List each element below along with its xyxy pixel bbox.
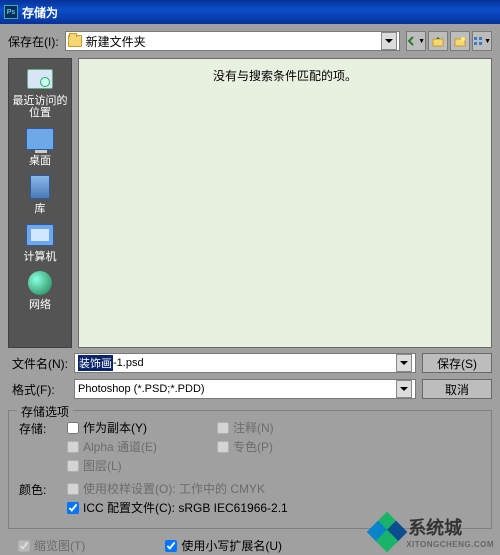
filename-label: 文件名(N):	[8, 355, 74, 372]
network-icon	[28, 271, 52, 295]
toolbar: ▼ ▼	[406, 31, 492, 51]
new-folder-icon	[454, 35, 466, 47]
recent-places-icon	[27, 69, 53, 89]
places-bar: 最近访问的位置 桌面 库 计算机 网络	[8, 58, 72, 348]
dialog-body: 保存在(I): 新建文件夹 ▼ ▼	[0, 24, 500, 555]
lookin-value: 新建文件夹	[86, 33, 146, 50]
places-desktop[interactable]: 桌面	[10, 125, 70, 167]
file-rows: 文件名(N): 装饰画-1.psd 保存(S) 格式(F): Photoshop…	[8, 352, 492, 400]
places-library-label: 库	[35, 203, 46, 215]
format-dropdown-button[interactable]	[396, 380, 412, 398]
library-icon	[30, 175, 50, 199]
format-combobox[interactable]: Photoshop (*.PSD;*.PDD)	[74, 379, 416, 399]
filename-dropdown-button[interactable]	[396, 354, 412, 372]
places-computer[interactable]: 计算机	[10, 221, 70, 263]
app-icon: Ps	[4, 5, 18, 19]
color-sublabel: 颜色:	[19, 480, 67, 498]
file-listing[interactable]: 没有与搜索条件匹配的项。	[78, 58, 492, 348]
save-sublabel: 存储:	[19, 419, 67, 437]
new-folder-button[interactable]	[450, 31, 470, 51]
checkbox-spot: 专色(P)	[217, 438, 367, 455]
folder-up-icon	[432, 35, 444, 47]
views-button[interactable]: ▼	[472, 31, 492, 51]
places-recent-label: 最近访问的位置	[10, 95, 70, 119]
mid-section: 最近访问的位置 桌面 库 计算机 网络	[8, 58, 492, 348]
places-network[interactable]: 网络	[10, 269, 70, 311]
places-library[interactable]: 库	[10, 173, 70, 215]
checkbox-as-copy[interactable]: 作为副本(Y)	[67, 419, 217, 436]
up-one-level-button[interactable]	[428, 31, 448, 51]
checkbox-lowercase-ext[interactable]: 使用小写扩展名(U)	[165, 537, 282, 554]
back-button[interactable]: ▼	[406, 31, 426, 51]
places-recent[interactable]: 最近访问的位置	[10, 65, 70, 119]
save-as-dialog: Ps 存储为 保存在(I): 新建文件夹 ▼	[0, 0, 500, 555]
back-icon	[407, 35, 417, 47]
save-options-title: 存储选项	[17, 403, 73, 420]
dropdown-arrow-icon: ▼	[418, 38, 425, 45]
titlebar[interactable]: Ps 存储为	[0, 0, 500, 24]
places-desktop-label: 桌面	[29, 155, 51, 167]
save-options-group: 存储选项 存储: 作为副本(Y) Alpha 通道(E) 图层(L) 注释(N)…	[8, 410, 492, 529]
desktop-icon	[26, 128, 54, 150]
checkbox-alpha: Alpha 通道(E)	[67, 438, 217, 455]
checkbox-thumbnail: 缩览图(T)	[18, 537, 85, 554]
filename-selected-text: 装饰画	[78, 355, 113, 371]
dropdown-arrow-icon: ▼	[484, 38, 491, 45]
filename-ext-text: -1.psd	[113, 357, 144, 369]
cancel-button[interactable]: 取消	[422, 379, 492, 399]
checkbox-icc-profile[interactable]: ICC 配置文件(C): sRGB IEC61966-2.1	[67, 499, 288, 516]
dialog-title: 存储为	[22, 4, 58, 21]
checkbox-proof: 使用校样设置(O): 工作中的 CMYK	[67, 480, 288, 497]
format-value: Photoshop (*.PSD;*.PDD)	[78, 383, 205, 395]
save-button[interactable]: 保存(S)	[422, 353, 492, 373]
folder-icon	[68, 35, 82, 47]
computer-icon	[26, 224, 54, 246]
format-label: 格式(F):	[8, 381, 74, 398]
lookin-combobox[interactable]: 新建文件夹	[65, 31, 400, 51]
bottom-options-row: 缩览图(T) 使用小写扩展名(U)	[8, 537, 492, 554]
save-in-label: 保存在(I):	[8, 33, 59, 50]
save-in-row: 保存在(I): 新建文件夹 ▼ ▼	[8, 30, 492, 52]
places-computer-label: 计算机	[24, 251, 57, 263]
views-icon	[473, 35, 483, 47]
checkbox-annotations: 注释(N)	[217, 419, 367, 436]
lookin-dropdown-button[interactable]	[381, 32, 397, 50]
filename-combobox[interactable]: 装饰画-1.psd	[74, 353, 416, 373]
empty-listing-text: 没有与搜索条件匹配的项。	[213, 67, 357, 347]
places-network-label: 网络	[29, 299, 51, 311]
checkbox-layers: 图层(L)	[67, 457, 217, 474]
